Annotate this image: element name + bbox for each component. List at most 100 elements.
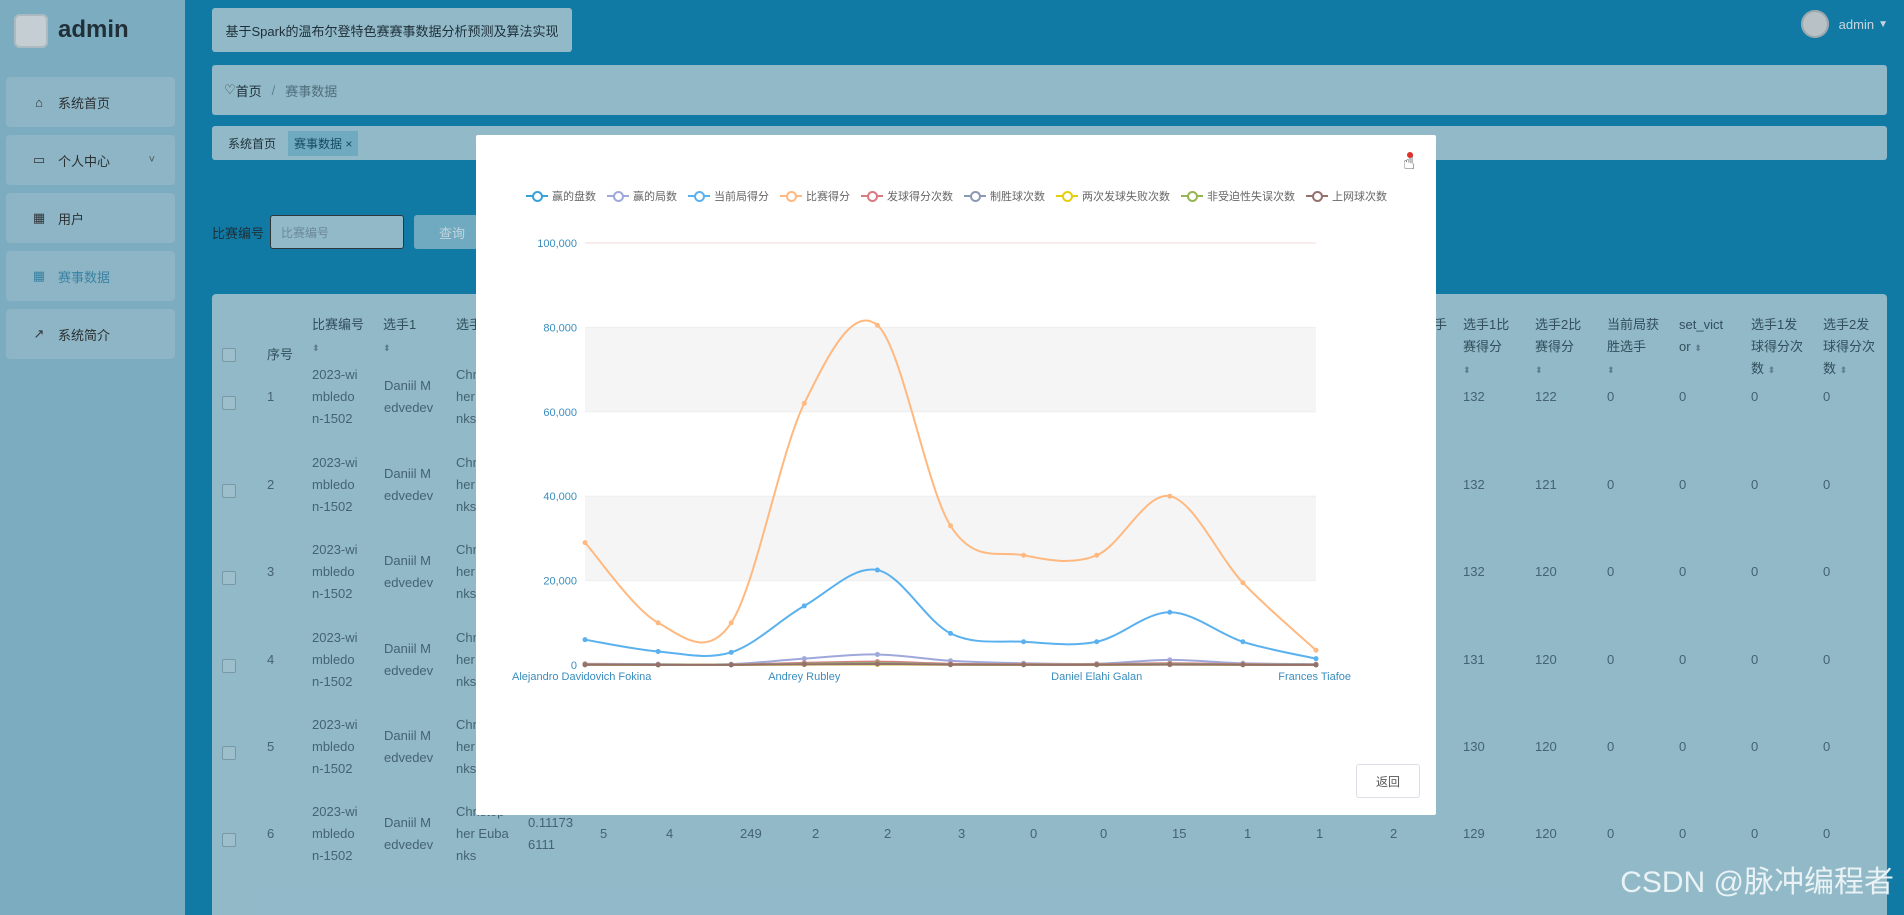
table-cell: 0 [1751,736,1758,758]
tag-current[interactable]: 赛事数据 × [288,130,359,156]
row-checkbox[interactable] [222,833,236,847]
table-cell: 122 [1535,386,1557,408]
header-label: 当前局获 [1607,317,1660,332]
cell-text: 131 [1463,652,1485,667]
table-header[interactable]: set_vict or ⬍ [1679,314,1723,359]
player2-cell: Chr her nks [456,539,477,605]
sort-icon[interactable]: ⬍ [1463,365,1471,375]
cell-text: nks [456,761,477,776]
table-cell: 0 [1607,823,1614,845]
legend-label: 赢的局数 [633,191,677,203]
sidebar-item-home[interactable]: ⌂ 系统首页 [6,77,175,127]
legend-item[interactable]: 两次发球失败次数 [1056,188,1170,204]
legend-marker-icon [1306,191,1328,202]
legend-item[interactable]: 上网球次数 [1306,188,1387,204]
cell-text: 120 [1535,826,1557,841]
sidebar-item-match-data[interactable]: ▦ 赛事数据 [6,251,175,301]
row-checkbox[interactable] [222,571,236,585]
row-checkbox[interactable] [222,659,236,673]
data-point [801,400,807,406]
legend-item[interactable]: 赢的盘数 [526,188,596,204]
cell-text: 0 [1607,477,1615,492]
cell-text: 0 [1823,564,1831,579]
sort-icon[interactable]: ⬍ [1694,343,1702,353]
sort-icon[interactable]: ⬍ [312,343,320,353]
select-all-checkbox[interactable] [222,348,236,362]
header-label: 赛得分 [1535,339,1575,354]
table-header[interactable]: 选手2发 球得分次数 ⬍ [1823,314,1875,381]
cell-text: 3 [267,564,275,579]
cell-text: 2023-wi [312,367,358,382]
data-point [948,630,953,636]
data-point [1094,552,1100,558]
user-menu[interactable]: admin ▼ [1800,10,1888,38]
table-cell: 131 [1463,649,1485,671]
close-dot-icon[interactable] [1407,152,1413,158]
cell-text: nks [456,411,477,426]
legend-label: 制胜球次数 [990,191,1045,203]
cell-text: her Euba [456,826,509,841]
legend-item[interactable]: 当前局得分 [688,188,769,204]
sort-icon[interactable]: ⬍ [1607,365,1615,375]
table-header[interactable]: 比赛编号 ⬍ [312,314,364,359]
legend-label: 比赛得分 [806,191,850,203]
cell-text: 5 [267,739,275,754]
table-cell: 0 [1823,474,1830,496]
player2-cell: Chr her nks [456,452,477,518]
legend-item[interactable]: 制胜球次数 [964,188,1045,204]
cell-text: 0 [1823,652,1831,667]
cell-text: 2023-wi [312,455,358,470]
legend-item[interactable]: 赢的局数 [607,188,677,204]
cell-text: nks [456,674,477,689]
legend-item[interactable]: 比赛得分 [780,188,850,204]
close-icon[interactable]: × [345,137,352,151]
player1-cell: Daniil M edvedev [384,812,433,856]
sort-icon[interactable]: ⬍ [383,343,391,353]
table-cell: 121 [1535,474,1557,496]
sort-icon[interactable]: ⬍ [1840,365,1848,375]
tag-home[interactable]: 系统首页 [228,135,276,152]
row-checkbox[interactable] [222,396,236,410]
cell-text: 132 [1463,389,1485,404]
sort-icon[interactable]: ⬍ [1535,365,1543,375]
cell-text: 0 [1679,826,1687,841]
table-header[interactable]: 选手1 ⬍ [383,314,416,359]
breadcrumb-home[interactable]: 首页 [236,81,262,100]
sort-icon[interactable]: ⬍ [1768,365,1776,375]
table-header[interactable]: 当前局获 胜选手 ⬍ [1607,314,1659,381]
cell-text: 0 [1679,739,1687,754]
table-cell: 0.11173 6111 [528,812,573,856]
legend-item[interactable]: 发球得分次数 [861,188,953,204]
search-input[interactable]: 比赛编号 [270,215,405,249]
table-header[interactable]: 选手1比 赛得分 ⬍ [1463,314,1509,381]
y-tick-label: 60,000 [543,407,577,419]
table-header[interactable]: 选手2比 赛得分 ⬍ [1535,314,1581,381]
legend-item[interactable]: 非受迫性失误次数 [1181,188,1295,204]
sidebar-item-personal[interactable]: ▭ 个人中心 ˅ [6,135,175,185]
data-point [1313,656,1319,662]
cell-text: 2023-wi [312,804,358,819]
row-checkbox[interactable] [222,746,236,760]
cell-text: 0 [1751,652,1759,667]
legend-marker-icon [1181,191,1203,202]
table-cell: 0 [1823,736,1830,758]
player2-cell: Chr her nks [456,364,477,430]
cell-text: 4 [267,652,275,667]
table-cell: 132 [1463,561,1485,583]
table-cell: 0 [1607,649,1614,671]
cell-text: Daniil M [384,466,431,481]
sidebar-item-intro[interactable]: ↗ 系统简介 [6,309,175,359]
cell-text: 2023-wi [312,542,358,557]
table-cell: 0 [1679,561,1686,583]
table-cell: 120 [1535,736,1557,758]
data-point [582,662,588,668]
back-button[interactable]: 返回 [1356,764,1420,798]
table-cell: 249 [740,826,762,841]
row-checkbox[interactable] [222,484,236,498]
legend-marker-icon [607,191,629,202]
data-point [1094,662,1100,668]
table-header[interactable]: 选手1发 球得分次数 ⬍ [1751,314,1803,381]
cell-text: nks [456,848,477,863]
table-cell: 0 [1607,386,1614,408]
sidebar-item-users[interactable]: ▦ 用户 [6,193,175,243]
